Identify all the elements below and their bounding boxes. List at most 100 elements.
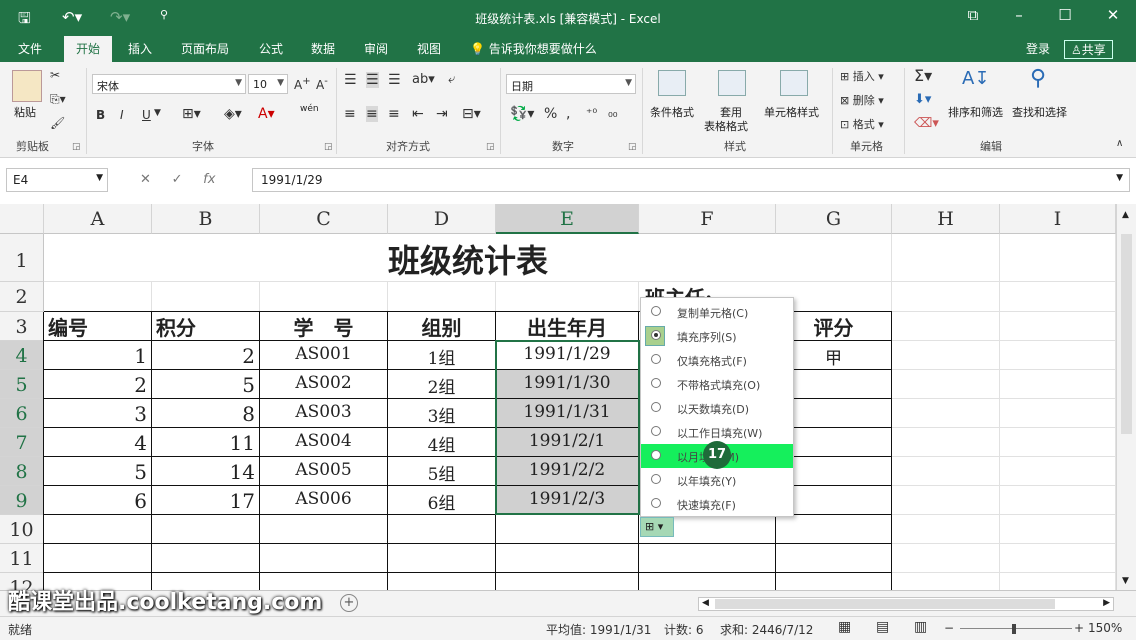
cell-d9[interactable]: 6组	[388, 486, 496, 515]
alignment-launcher-icon[interactable]: ◲	[486, 142, 495, 152]
zoom-out-icon[interactable]: −	[944, 621, 954, 635]
delete-cells-button[interactable]: ⊠ 删除 ▾	[840, 92, 884, 108]
increase-decimal-icon[interactable]: ⁺⁰	[586, 106, 597, 120]
orientation-icon[interactable]: ab▾	[412, 72, 435, 87]
autofill-option[interactable]: 以天数填充(D)	[641, 396, 793, 420]
header-cell-birth[interactable]: 出生年月	[496, 312, 639, 341]
header-cell-points[interactable]: 积分	[152, 312, 260, 341]
cell-b9[interactable]: 17	[152, 486, 260, 515]
row-header[interactable]: 6	[0, 399, 44, 428]
cell-c6[interactable]: AS003	[260, 399, 388, 428]
normal-view-icon[interactable]: ▦	[838, 619, 851, 635]
zoom-level[interactable]: 150%	[1088, 621, 1122, 635]
tab-home[interactable]: 开始	[64, 36, 113, 62]
clipboard-launcher-icon[interactable]: ◲	[72, 142, 81, 152]
tab-page-layout[interactable]: 页面布局	[181, 40, 229, 57]
number-launcher-icon[interactable]: ◲	[628, 142, 637, 152]
cell[interactable]	[776, 573, 892, 590]
cell[interactable]	[892, 282, 1000, 312]
radio-icon[interactable]	[651, 330, 661, 340]
minimize-button[interactable]: –	[1004, 6, 1034, 24]
format-cells-button[interactable]: ⊡ 格式 ▾	[840, 116, 884, 132]
cell[interactable]	[1000, 486, 1116, 515]
cell-d8[interactable]: 5组	[388, 457, 496, 486]
tab-insert[interactable]: 插入	[128, 40, 152, 57]
tab-formulas[interactable]: 公式	[259, 40, 283, 57]
cell-style-button[interactable]: 单元格样式	[764, 104, 819, 120]
cell-e7[interactable]: 1991/2/1	[496, 428, 639, 457]
cell-e9[interactable]: 1991/2/3	[496, 486, 639, 515]
radio-icon[interactable]	[651, 450, 661, 460]
cell-e5[interactable]: 1991/1/30	[496, 370, 639, 399]
radio-icon[interactable]	[651, 426, 661, 436]
zoom-slider-thumb[interactable]	[1012, 624, 1016, 634]
cell[interactable]	[260, 515, 388, 544]
cell-a7[interactable]: 4	[44, 428, 152, 457]
scroll-thumb[interactable]	[1121, 234, 1132, 434]
cell-c5[interactable]: AS002	[260, 370, 388, 399]
cell-d6[interactable]: 3组	[388, 399, 496, 428]
row-header[interactable]: 11	[0, 544, 44, 573]
radio-icon[interactable]	[651, 474, 661, 484]
insert-cells-button[interactable]: ⊞ 插入 ▾	[840, 68, 884, 84]
cell-a4[interactable]: 1	[44, 341, 152, 370]
cell[interactable]	[496, 573, 639, 590]
cell-d5[interactable]: 2组	[388, 370, 496, 399]
radio-icon[interactable]	[651, 354, 661, 364]
cell-b8[interactable]: 14	[152, 457, 260, 486]
cell-d4[interactable]: 1组	[388, 341, 496, 370]
align-center-icon[interactable]: ≡	[366, 106, 378, 122]
cell-a5[interactable]: 2	[44, 370, 152, 399]
cell[interactable]	[892, 428, 1000, 457]
add-sheet-icon[interactable]: +	[340, 594, 358, 612]
cell-c9[interactable]: AS006	[260, 486, 388, 515]
row-header[interactable]: 8	[0, 457, 44, 486]
column-header-i[interactable]: I	[1000, 204, 1116, 234]
chevron-down-icon[interactable]: ▼	[154, 108, 161, 118]
align-top-icon[interactable]: ☰	[344, 72, 357, 88]
login-link[interactable]: 登录	[1026, 40, 1050, 57]
header-cell-student-id[interactable]: 学 号	[260, 312, 388, 341]
font-color-icon[interactable]: A▾	[258, 106, 275, 122]
cell[interactable]	[44, 544, 152, 573]
radio-icon[interactable]	[651, 306, 661, 316]
cell-e6[interactable]: 1991/1/31	[496, 399, 639, 428]
column-header-h[interactable]: H	[892, 204, 1000, 234]
autofill-options-button[interactable]: ⊞ ▾	[640, 517, 674, 537]
increase-indent-icon[interactable]: ⇥	[436, 106, 448, 122]
page-layout-view-icon[interactable]: ▤	[876, 619, 889, 635]
tab-view[interactable]: 视图	[417, 40, 441, 57]
autofill-option[interactable]: 仅填充格式(F)	[641, 348, 793, 372]
accounting-format-icon[interactable]: 💱▾	[510, 106, 534, 122]
cell-b7[interactable]: 11	[152, 428, 260, 457]
search-icon[interactable]: ⚲	[1030, 66, 1046, 91]
cancel-icon[interactable]: ✕	[140, 172, 151, 187]
cell[interactable]	[892, 234, 1000, 282]
column-header-a[interactable]: A	[44, 204, 152, 234]
cell[interactable]	[388, 573, 496, 590]
number-format-combo[interactable]: 日期 ▼	[506, 74, 636, 94]
scroll-up-icon[interactable]: ▲	[1122, 210, 1129, 220]
radio-icon[interactable]	[651, 498, 661, 508]
cell[interactable]	[1000, 282, 1116, 312]
conditional-format-button[interactable]: 条件格式	[650, 104, 694, 120]
cell[interactable]	[776, 515, 892, 544]
page-break-view-icon[interactable]: ▥	[914, 619, 927, 635]
row-header[interactable]: 10	[0, 515, 44, 544]
align-bottom-icon[interactable]: ☰	[388, 72, 401, 88]
row-header[interactable]: 2	[0, 282, 44, 312]
header-cell-number[interactable]: 编号	[44, 312, 152, 341]
cell-c4[interactable]: AS001	[260, 341, 388, 370]
underline-button[interactable]: U	[142, 108, 151, 122]
tab-data[interactable]: 数据	[311, 40, 335, 57]
align-middle-icon[interactable]: ☰	[366, 72, 379, 88]
cell-a6[interactable]: 3	[44, 399, 152, 428]
font-name-combo[interactable]: 宋体 ▼	[92, 74, 246, 94]
row-header[interactable]: 5	[0, 370, 44, 399]
column-header-e[interactable]: E	[496, 204, 639, 234]
row-header[interactable]: 3	[0, 312, 44, 341]
merge-center-icon[interactable]: ⊟▾	[462, 106, 481, 122]
clear-icon[interactable]: ⌫▾	[914, 116, 939, 131]
cell[interactable]	[388, 515, 496, 544]
format-painter-icon[interactable]: 🖌	[50, 116, 65, 130]
